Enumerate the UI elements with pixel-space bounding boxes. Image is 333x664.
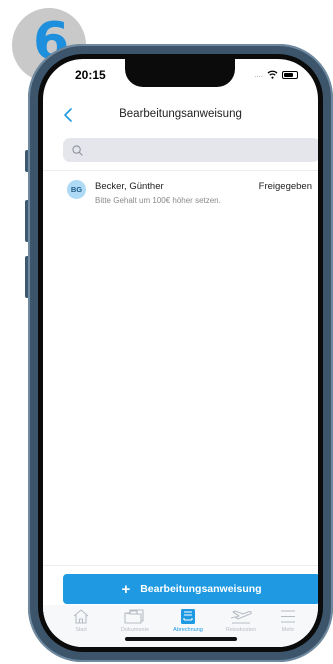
folder-icon [124,609,144,624]
camera-notch [125,59,235,87]
tab-abrechnung[interactable]: Abrechnung [158,608,218,633]
tab-mehr[interactable]: Mehr [258,608,318,633]
tab-dokumente[interactable]: Dokumente [105,608,165,633]
tab-start[interactable]: Start [51,608,111,633]
tab-start-label: Start [75,627,87,633]
list-item[interactable]: BG Becker, Günther Freigegeben Bitte Geh… [43,175,318,209]
menu-icon [281,610,295,623]
list-item-note: Bitte Gehalt um 100€ höher setzen. [95,196,221,205]
action-area: + Bearbeitungsanweisung [43,565,318,604]
search-divider [43,170,318,171]
status-label: Freigegeben [258,181,312,192]
payroll-icon [181,609,195,624]
status-icons: .... [254,70,298,79]
plus-icon: + [121,580,131,598]
home-indicator[interactable] [125,637,237,641]
tab-mehr-label: Mehr [281,627,295,633]
signal-icon: .... [254,70,263,79]
tab-abrechnung-label: Abrechnung [173,627,203,633]
wifi-icon [267,70,278,79]
status-time: 20:15 [75,68,106,82]
battery-icon [282,70,298,79]
search-bar[interactable] [43,138,318,171]
add-instruction-label: Bearbeitungsanweisung [140,583,262,595]
add-instruction-button[interactable]: + Bearbeitungsanweisung [63,574,318,604]
avatar: BG [67,180,86,199]
airplane-icon [230,610,252,624]
phone-frame: 20:15 .... Bearbeitungsanweisung BG Beck… [28,44,333,662]
phone-bezel: 20:15 .... Bearbeitungsanweisung BG Beck… [38,54,323,652]
home-icon [73,609,89,624]
search-icon [72,144,83,156]
phone-screen: 20:15 .... Bearbeitungsanweisung BG Beck… [43,59,318,647]
page-title: Bearbeitungsanweisung [119,108,242,120]
list-item-name: Becker, Günther [95,181,164,192]
search-input[interactable] [89,144,289,156]
tab-dokumente-label: Dokumente [120,627,150,633]
